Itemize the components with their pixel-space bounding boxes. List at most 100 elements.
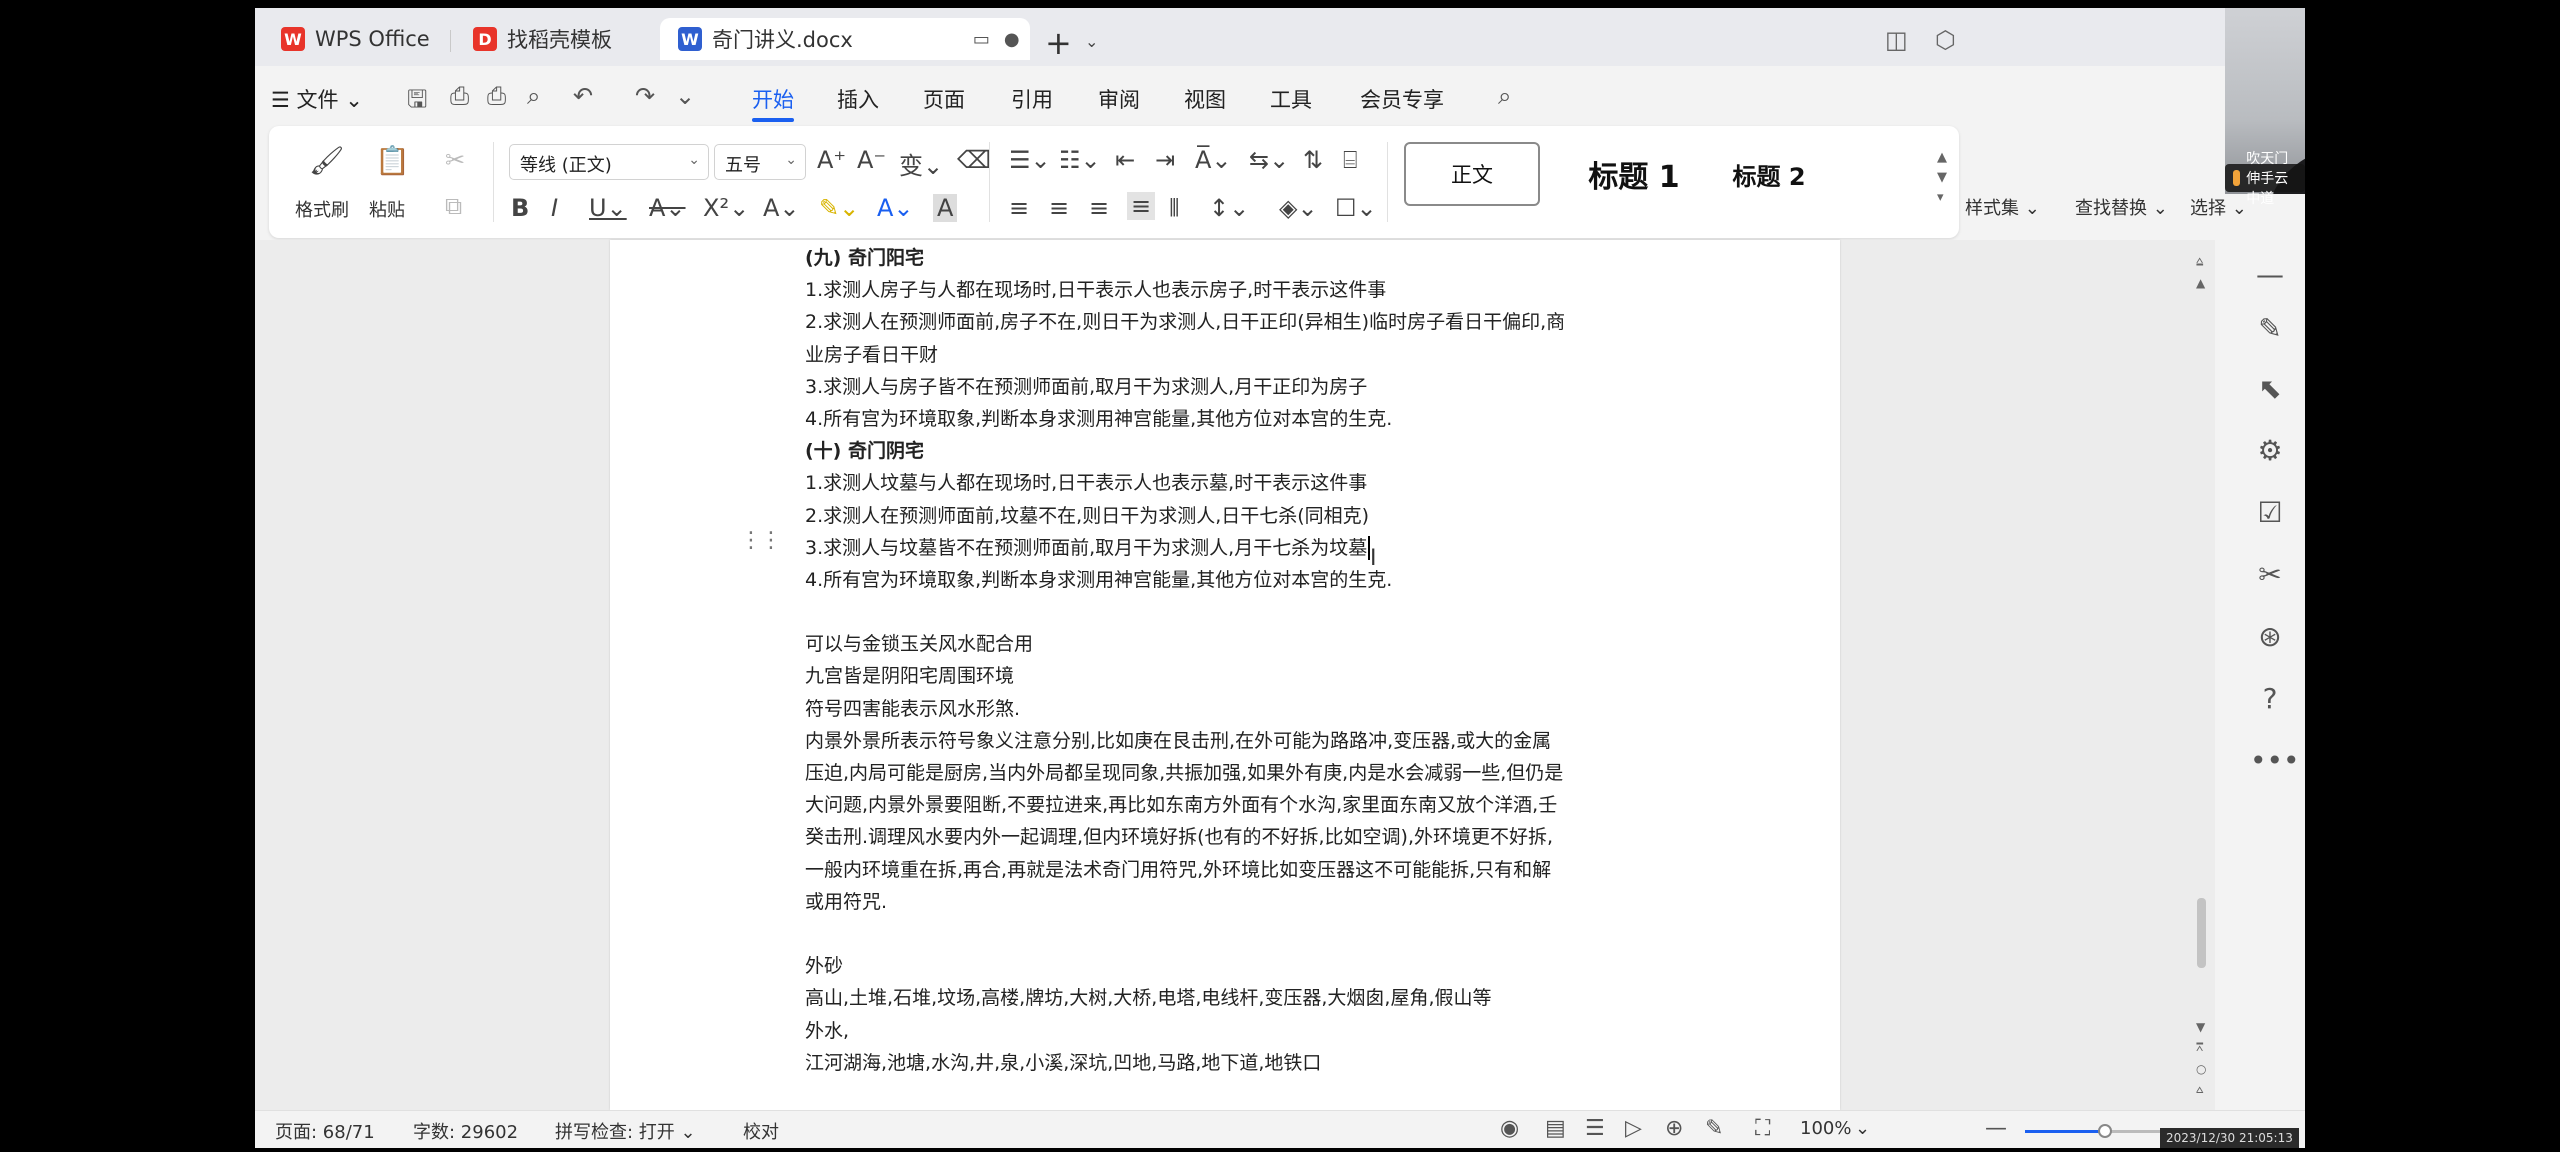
change-case-icon[interactable]: A̅⌄ <box>1195 146 1232 174</box>
style-scroll-up-icon[interactable]: ▲ <box>1937 150 1947 165</box>
document-line[interactable]: 江河湖海,池塘,水沟,井,泉,小溪,深坑,凹地,马路,地下道,地铁口 <box>805 1047 1685 1079</box>
page-count[interactable]: 页面: 68/71 <box>275 1118 375 1144</box>
tab-docer-templates[interactable]: D 找稻壳模板 <box>455 18 612 60</box>
menu-tab-references[interactable]: 引用 <box>1011 84 1053 114</box>
document-line[interactable] <box>805 596 1685 628</box>
document-line[interactable]: 大问题,内景外景要阻断,不要拉进来,再比如东南方外面有个水沟,家里面东南又放个洋… <box>805 789 1685 821</box>
tab-document[interactable]: W 奇门讲义.docx ▭ ● <box>660 18 1030 60</box>
text-direction-icon[interactable]: ⇆⌄ <box>1249 146 1289 174</box>
style-set-button[interactable]: 样式集 ⌄ <box>1965 194 2040 220</box>
chevron-down-icon[interactable]: ⌄ <box>675 82 695 110</box>
zoom-out-icon[interactable]: — <box>1985 1116 2007 1141</box>
font-color-icon[interactable]: A⌄ <box>877 194 914 222</box>
numbered-list-icon[interactable]: ☷⌄ <box>1059 146 1101 174</box>
document-line[interactable]: 外水, <box>805 1015 1685 1047</box>
superscript-icon[interactable]: X²⌄ <box>703 194 749 222</box>
chevron-down-icon[interactable]: ⌄ <box>1855 1118 1870 1139</box>
font-size-select[interactable]: 五号 ⌄ <box>714 144 806 180</box>
style-normal[interactable]: 正文 <box>1404 142 1540 206</box>
document-line[interactable] <box>805 918 1685 950</box>
distributed-align-icon[interactable]: ⦀ <box>1169 194 1180 222</box>
outline-view-icon[interactable]: ☰ <box>1585 1116 1605 1141</box>
pen-icon[interactable]: ✎ <box>2250 312 2290 345</box>
scrollbar-thumb[interactable] <box>2197 898 2206 968</box>
word-count[interactable]: 字数: 29602 <box>413 1118 518 1144</box>
file-menu[interactable]: ☰ 文件 ⌄ <box>271 84 363 114</box>
strikethrough-icon[interactable]: A⌄ <box>649 194 686 222</box>
adjust-icon[interactable]: ⚙ <box>2250 434 2290 467</box>
document-line[interactable]: 4.所有宫为环境取象,判断本身求测用神宫能量,其他方位对本宫的生克. <box>805 403 1685 435</box>
save-icon[interactable]: 🖫 <box>407 82 427 123</box>
format-painter-icon[interactable]: 🖌 <box>309 144 345 177</box>
collapse-icon[interactable]: — <box>2250 258 2290 291</box>
document-line[interactable]: 或用符咒. <box>805 886 1685 918</box>
fit-page-icon[interactable]: ⛶ <box>1755 1116 1770 1141</box>
menu-tab-page[interactable]: 页面 <box>923 84 965 114</box>
style-scroll-down-icon[interactable]: ▼ <box>1937 170 1947 185</box>
document-line[interactable]: 符号四害能表示风水形煞. <box>805 693 1685 725</box>
document-line[interactable] <box>805 1079 1685 1110</box>
document-line[interactable]: 2.求测人在预测师面前,房子不在,则日干为求测人,日干正印(异相生)临时房子看日… <box>805 306 1685 338</box>
highlight-icon[interactable]: ✎⌄ <box>819 194 859 222</box>
char-shading-icon[interactable]: A <box>933 194 958 222</box>
menu-tab-view[interactable]: 视图 <box>1184 84 1226 114</box>
document-page[interactable]: ⋮⋮ I (九) 奇门阳宅 1.求测人房子与人都在现场时,日干表示人也表示房子,时… <box>610 240 1840 1110</box>
pointer-icon[interactable]: ⬉ <box>2250 372 2290 405</box>
print-icon[interactable]: ⎙ <box>487 82 506 110</box>
document-line[interactable]: 癸击刑.调理风水要内外一起调理,但内环境好拆(也有的不好拆,比如空调),外环境更… <box>805 821 1685 853</box>
proofread-button[interactable]: 校对 <box>743 1118 779 1144</box>
format-painter-button[interactable]: 格式刷 <box>295 196 349 222</box>
chevron-down-icon[interactable]: ⌄ <box>1085 32 1098 51</box>
menu-tab-member[interactable]: 会员专享 <box>1360 84 1444 114</box>
tab-window-icon[interactable]: ▭ <box>973 29 990 50</box>
redo-icon[interactable]: ↷ <box>635 82 655 110</box>
edit-pen-icon[interactable]: ✎ <box>1705 1116 1723 1141</box>
phonetic-guide-icon[interactable]: 变⌄ <box>899 146 943 181</box>
document-line[interactable]: 3.求测人与坟墓皆不在预测师面前,取月干为求测人,月干七杀为坟墓 <box>805 532 1685 564</box>
style-heading-2[interactable]: 标题 2 <box>1709 142 1829 206</box>
play-icon[interactable]: ▷ <box>1625 1116 1642 1141</box>
document-line[interactable]: 业房子看日干财 <box>805 339 1685 371</box>
paste-button[interactable]: 粘贴 <box>369 196 405 222</box>
document-line[interactable]: 3.求测人与房子皆不在预测师面前,取月干为求测人,月干正印为房子 <box>805 371 1685 403</box>
scroll-down-icon[interactable]: ▼ <box>2196 1020 2205 1034</box>
menu-tab-review[interactable]: 审阅 <box>1098 84 1140 114</box>
tools-icon[interactable]: ✂ <box>2250 558 2290 591</box>
tab-close-dot-icon[interactable]: ● <box>1004 29 1020 50</box>
document-line[interactable]: 1.求测人房子与人都在现场时,日干表示人也表示房子,时干表示这件事 <box>805 274 1685 306</box>
find-replace-button[interactable]: 查找替换 ⌄ <box>2075 194 2168 220</box>
help-icon[interactable]: ? <box>2250 682 2290 715</box>
document-line[interactable]: 内景外景所表示符号象义注意分别,比如庚在艮击刑,在外可能为路路冲,变压器,或大的… <box>805 725 1685 757</box>
text-effect-icon[interactable]: A⌄ <box>763 194 800 222</box>
underline-icon[interactable]: U⌄ <box>589 194 627 222</box>
document-line[interactable]: 2.求测人在预测师面前,坟墓不在,则日干为求测人,日干七杀(同相克) <box>805 500 1685 532</box>
more-icon[interactable]: ••• <box>2250 744 2300 777</box>
bullet-list-icon[interactable]: ☰⌄ <box>1009 146 1051 174</box>
align-left-icon[interactable]: ≡ <box>1009 194 1029 222</box>
style-heading-1[interactable]: 标题 1 <box>1574 142 1694 206</box>
decrease-font-icon[interactable]: A⁻ <box>857 146 886 174</box>
document-line[interactable]: (十) 奇门阴宅 <box>805 435 1685 467</box>
sort-icon[interactable]: ⇅ <box>1303 146 1323 174</box>
prev-page-icon[interactable]: ⩞ <box>2196 1040 2203 1055</box>
increase-font-icon[interactable]: A⁺ <box>817 146 846 174</box>
menu-tab-insert[interactable]: 插入 <box>837 84 879 114</box>
increase-indent-icon[interactable]: ⇥ <box>1155 146 1175 174</box>
vertical-scrollbar[interactable]: ⩠ ▲ ▼ ⩞ ○ ⩟ <box>2190 240 2214 1110</box>
document-line[interactable]: 1.求测人坟墓与人都在现场时,日干表示人也表示墓,时干表示这件事 <box>805 467 1685 499</box>
document-line[interactable]: 九宫皆是阴阳宅周围环境 <box>805 660 1685 692</box>
new-tab-button[interactable]: + <box>1045 24 1072 62</box>
zoom-level[interactable]: 100% <box>1800 1118 1851 1139</box>
scroll-top-icon[interactable]: ⩠ <box>2196 254 2203 269</box>
document-line[interactable]: (九) 奇门阳宅 <box>805 242 1685 274</box>
tab-wps-office[interactable]: W WPS Office <box>263 18 430 60</box>
document-body[interactable]: (九) 奇门阳宅 1.求测人房子与人都在现场时,日干表示人也表示房子,时干表示这件… <box>805 242 1685 1110</box>
page-select-icon[interactable]: ○ <box>2196 1062 2206 1076</box>
document-line[interactable]: 外砂 <box>805 950 1685 982</box>
ai-check-icon[interactable]: ☑ <box>2250 496 2290 529</box>
menu-tab-tools[interactable]: 工具 <box>1270 84 1312 114</box>
show-marks-icon[interactable]: ⌸ <box>1343 146 1357 174</box>
layout-toggle-icon[interactable]: ◫ <box>1885 26 1908 54</box>
align-right-icon[interactable]: ≡ <box>1089 194 1109 222</box>
web-view-icon[interactable]: ⊕ <box>1665 1116 1683 1141</box>
